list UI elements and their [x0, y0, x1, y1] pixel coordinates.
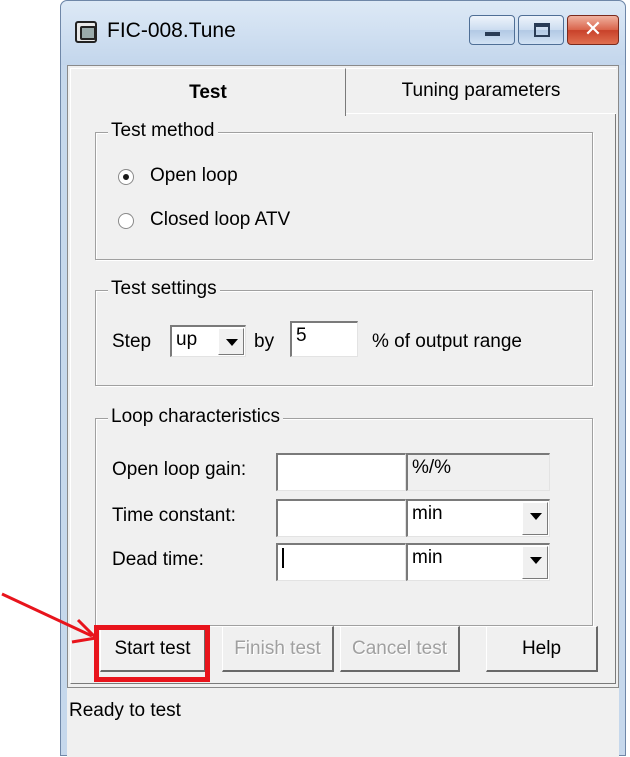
- minimize-button[interactable]: [469, 15, 515, 45]
- time-constant-input[interactable]: [276, 499, 406, 537]
- loop-characteristics-label: Loop characteristics: [108, 406, 283, 428]
- finish-test-label: Finish test: [234, 637, 321, 659]
- closed-loop-atv-label[interactable]: Closed loop ATV: [150, 209, 290, 231]
- open-loop-gain-label: Open loop gain:: [112, 459, 247, 480]
- status-bar: Ready to test: [67, 687, 619, 757]
- dead-time-unit-dropdown[interactable]: min: [406, 543, 550, 581]
- caption-buttons: ✕: [466, 15, 619, 47]
- chevron-down-icon[interactable]: [522, 502, 548, 535]
- open-loop-gain-input[interactable]: [276, 453, 406, 491]
- output-range-unit: % of output range: [372, 331, 522, 352]
- app-window-icon[interactable]: [75, 21, 97, 43]
- test-settings-group: Test settings Step up by 5 % of output r…: [95, 278, 593, 386]
- cancel-test-label: Cancel test: [351, 637, 448, 659]
- cancel-test-button[interactable]: Cancel test: [340, 626, 460, 672]
- maximize-icon: [534, 23, 550, 37]
- by-label: by: [254, 331, 275, 352]
- step-amount-value: 5: [296, 325, 307, 346]
- text-cursor: [282, 547, 284, 568]
- close-button[interactable]: ✕: [567, 15, 619, 45]
- tab-test[interactable]: Test: [70, 68, 346, 116]
- open-loop-radio[interactable]: [118, 169, 134, 185]
- loop-characteristics-group: Loop characteristics Open loop gain: %/%…: [95, 406, 593, 626]
- title-bar[interactable]: FIC-008.Tune ✕: [61, 1, 625, 65]
- test-settings-label: Test settings: [108, 278, 220, 300]
- help-label: Help: [521, 637, 562, 659]
- chevron-down-icon[interactable]: [522, 546, 548, 579]
- time-constant-label: Time constant:: [112, 505, 236, 526]
- status-text: Ready to test: [69, 700, 181, 721]
- test-method-label: Test method: [108, 120, 218, 142]
- closed-loop-atv-radio[interactable]: [118, 213, 134, 229]
- dead-time-unit-value: min: [412, 547, 443, 568]
- help-button[interactable]: Help: [486, 626, 598, 672]
- dead-time-input[interactable]: [276, 543, 406, 581]
- chevron-down-icon[interactable]: [218, 328, 244, 355]
- close-icon: ✕: [583, 17, 603, 42]
- step-direction-dropdown[interactable]: up: [170, 325, 246, 357]
- step-direction-value: up: [176, 329, 198, 350]
- time-constant-unit-value: min: [412, 503, 443, 524]
- step-label: Step: [112, 331, 152, 352]
- step-amount-input[interactable]: 5: [290, 321, 358, 357]
- test-tab-panel: Test method Open loop Closed loop ATV Te…: [70, 114, 616, 684]
- time-constant-unit-dropdown[interactable]: min: [406, 499, 550, 537]
- window-title: FIC-008.Tune: [107, 19, 236, 42]
- finish-test-button[interactable]: Finish test: [222, 626, 334, 672]
- start-test-highlight-box: [94, 625, 210, 682]
- gain-unit-text: %/%: [412, 457, 452, 478]
- maximize-button[interactable]: [518, 15, 564, 45]
- test-method-group: Test method Open loop Closed loop ATV: [95, 120, 593, 260]
- minimize-icon: [485, 32, 500, 36]
- dead-time-label: Dead time:: [112, 549, 204, 570]
- open-loop-label[interactable]: Open loop: [150, 165, 238, 187]
- open-loop-gain-unit: %/%: [406, 453, 550, 491]
- tab-tuning-parameters[interactable]: Tuning parameters: [346, 68, 616, 114]
